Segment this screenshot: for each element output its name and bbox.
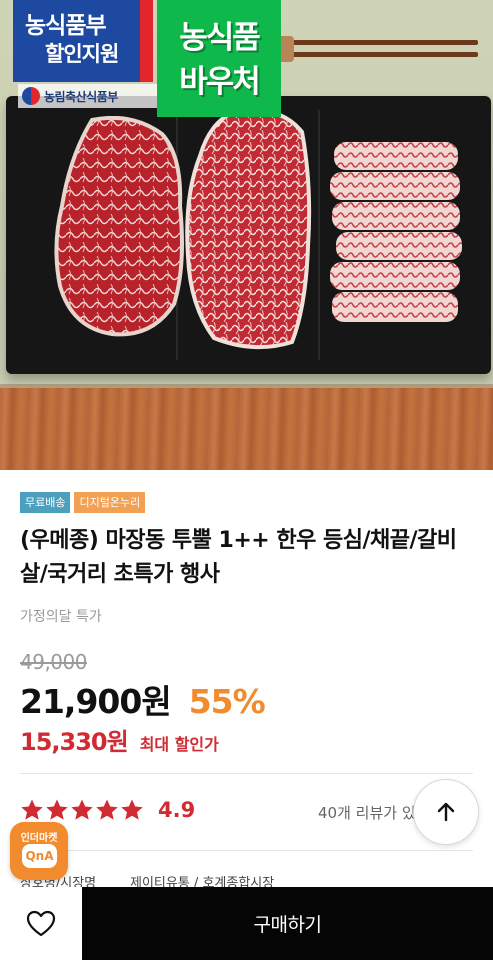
scroll-to-top-button[interactable] <box>413 779 479 845</box>
subsidy-badge-line2: 할인지원 <box>45 42 119 66</box>
bulgogi-slices-image <box>330 142 462 322</box>
qna-brand: 인더마켓 <box>20 833 58 844</box>
star-icon <box>121 799 143 820</box>
max-discount-label: 최대 할인가 <box>139 735 219 754</box>
subsidy-badge-line1: 농식품부 <box>25 13 107 39</box>
striploin-meat-image <box>185 108 312 350</box>
wood-table <box>0 388 493 470</box>
qna-label: QnA <box>22 844 57 868</box>
chopsticks-image <box>258 36 478 62</box>
voucher-badge-line1: 농식품 <box>179 20 261 56</box>
original-price: 49,000 <box>20 650 87 674</box>
max-discount-row: 15,330원 최대 할인가 <box>20 722 219 757</box>
voucher-badge-line2: 바우처 <box>179 64 261 100</box>
serving-board <box>6 96 491 374</box>
sirloin-meat-image <box>54 116 184 337</box>
rating-stars <box>20 798 144 822</box>
product-tags: 무료배송 디지털온누리 <box>20 492 146 513</box>
divider <box>20 850 473 851</box>
arrow-up-icon <box>437 802 455 822</box>
discount-rate: 55% <box>188 682 266 721</box>
ministry-name: 농림축산식품부 <box>44 89 118 104</box>
divider <box>20 773 473 774</box>
star-icon <box>46 799 68 820</box>
star-icon <box>71 799 93 820</box>
max-discount-price: 15,330원 <box>20 728 129 756</box>
ministry-logo: 농림축산식품부 <box>18 84 158 108</box>
product-image: 농식품부 할인지원 농림축산식품부 농식품 바우처 <box>0 0 493 470</box>
qna-floating-button[interactable]: 인더마켓 QnA <box>10 822 68 880</box>
star-icon <box>21 799 43 820</box>
star-icon <box>96 799 118 820</box>
buy-button[interactable]: 구매하기 <box>82 887 493 960</box>
product-subtitle: 가정의달 특가 <box>20 609 102 625</box>
product-title: (우메종) 마장동 투뿔 1++ 한우 등심/채끝/갈비살/국거리 초특가 행사 <box>20 528 457 587</box>
rating-value: 4.9 <box>158 798 196 822</box>
free-shipping-tag: 무료배송 <box>20 492 71 513</box>
bottom-action-bar: 구매하기 <box>0 887 493 960</box>
ministry-emblem-icon <box>22 87 40 105</box>
price-row: 21,900원 55% <box>20 675 266 723</box>
favorite-button[interactable] <box>0 887 82 960</box>
heart-icon <box>26 910 56 936</box>
voucher-badge: 농식품 바우처 <box>157 0 281 117</box>
sale-price: 21,900원 <box>20 682 172 721</box>
digital-voucher-tag: 디지털온누리 <box>74 492 146 513</box>
